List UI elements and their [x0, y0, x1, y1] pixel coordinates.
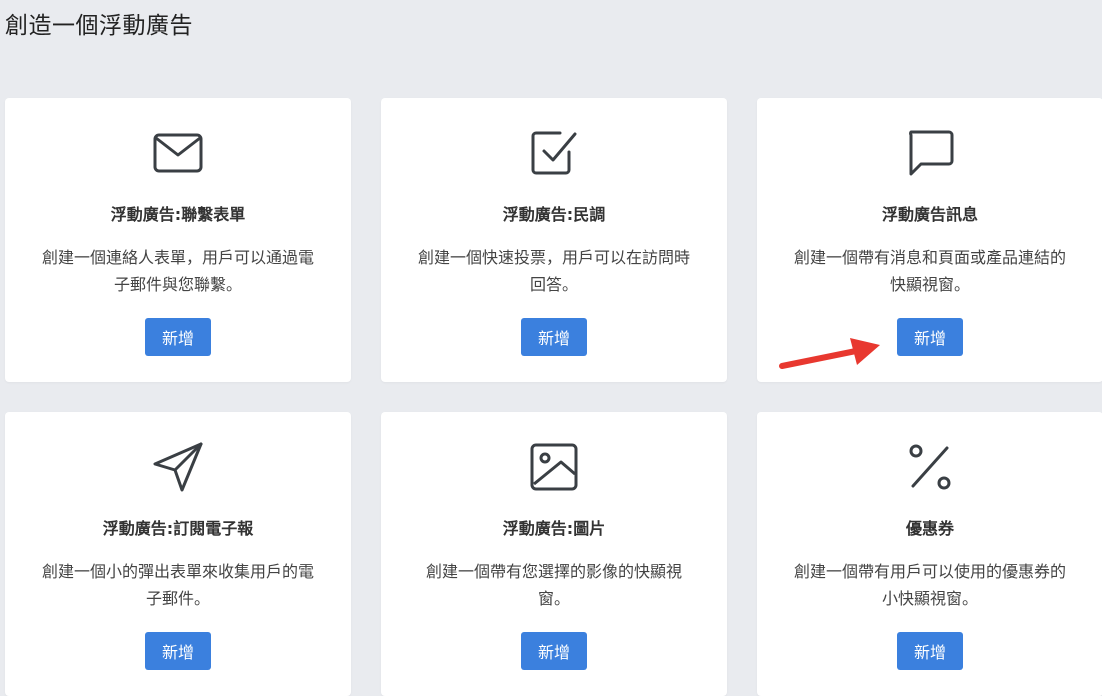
card-title: 浮動廣告訊息 — [881, 205, 978, 224]
image-icon — [527, 440, 581, 494]
percent-icon — [903, 440, 957, 494]
add-poll-button[interactable]: 新增 — [521, 318, 587, 356]
envelope-icon — [151, 126, 205, 180]
add-newsletter-button[interactable]: 新增 — [145, 632, 211, 670]
card-poll: 浮動廣告:民調 創建一個快速投票，用戶可以在訪問時回答。 新增 — [381, 98, 727, 382]
popup-type-grid: 浮動廣告:聯繫表單 創建一個連絡人表單，用戶可以通過電子郵件與您聯繫。 新增 浮… — [5, 98, 1102, 696]
speech-bubble-icon — [903, 126, 957, 180]
red-arrow-annotation — [779, 338, 880, 369]
paper-plane-icon — [151, 440, 205, 494]
add-message-button[interactable]: 新增 — [897, 318, 963, 356]
checkbox-icon — [527, 126, 581, 180]
card-title: 浮動廣告:聯繫表單 — [110, 205, 246, 224]
card-description: 創建一個帶有用戶可以使用的優惠券的小快顯視窗。 — [793, 562, 1066, 608]
card-title: 浮動廣告:民調 — [502, 205, 606, 224]
add-contact-form-button[interactable]: 新增 — [145, 318, 211, 356]
card-coupon: 優惠券 創建一個帶有用戶可以使用的優惠券的小快顯視窗。 新增 — [757, 412, 1102, 696]
page-title: 創造一個浮動廣告 — [5, 13, 193, 39]
card-title: 浮動廣告:圖片 — [502, 519, 606, 538]
card-newsletter: 浮動廣告:訂閱電子報 創建一個小的彈出表單來收集用戶的電子郵件。 新增 — [5, 412, 351, 696]
card-description: 創建一個帶有您選擇的影像的快顯視窗。 — [425, 562, 682, 608]
add-image-button[interactable]: 新增 — [521, 632, 587, 670]
add-coupon-button[interactable]: 新增 — [897, 632, 963, 670]
card-description: 創建一個小的彈出表單來收集用戶的電子郵件。 — [41, 562, 314, 608]
card-image: 浮動廣告:圖片 創建一個帶有您選擇的影像的快顯視窗。 新增 — [381, 412, 727, 696]
card-contact-form: 浮動廣告:聯繫表單 創建一個連絡人表單，用戶可以通過電子郵件與您聯繫。 新增 — [5, 98, 351, 382]
card-title: 浮動廣告:訂閱電子報 — [102, 519, 254, 538]
card-title: 優惠券 — [905, 519, 954, 538]
card-description: 創建一個連絡人表單，用戶可以通過電子郵件與您聯繫。 — [41, 248, 314, 294]
card-description: 創建一個帶有消息和頁面或產品連結的快顯視窗。 — [793, 248, 1066, 294]
card-description: 創建一個快速投票，用戶可以在訪問時回答。 — [417, 248, 690, 294]
